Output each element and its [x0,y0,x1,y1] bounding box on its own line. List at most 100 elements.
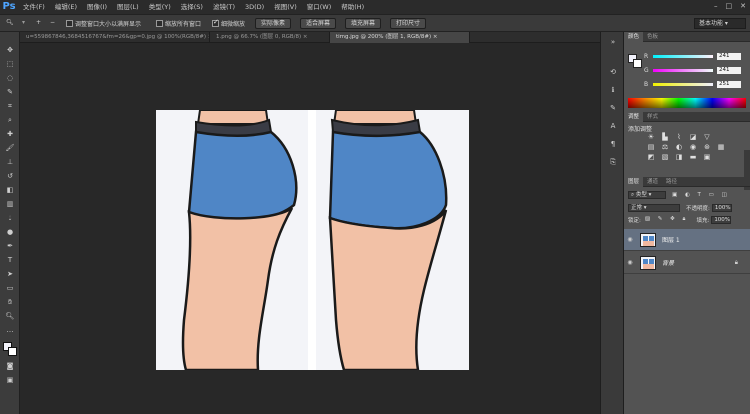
hue-saturation-icon[interactable]: ▤ [646,143,656,151]
green-value-field[interactable]: 241 [717,66,741,74]
tab-layers[interactable]: 图层 [624,176,644,187]
background-color-swatch[interactable] [8,347,17,356]
threshold-icon[interactable]: ◨ [674,153,684,161]
posterize-icon[interactable]: ▧ [660,153,670,161]
rectangle-tool-icon[interactable]: ▭ [4,284,16,293]
zoom-out-icon[interactable]: − [50,19,55,26]
brightness-icon[interactable]: ☀ [646,133,656,141]
gradient-tool-icon[interactable]: ▥ [4,200,16,209]
print-size-button[interactable]: 打印尺寸 [390,18,427,29]
background-color-chip[interactable] [633,59,642,68]
levels-icon[interactable]: ▙ [660,133,670,141]
close-icon[interactable]: ✕ [740,2,746,10]
history-brush-tool-icon[interactable]: ↺ [4,172,16,181]
lasso-tool-icon[interactable]: ◌ [4,74,16,83]
fit-screen-button[interactable]: 适合屏幕 [300,18,337,29]
opacity-field[interactable]: 100% [711,203,732,212]
color-spectrum[interactable] [628,98,746,108]
menu-view[interactable]: 视图(V) [269,0,302,14]
screen-mode-icon[interactable]: ▣ [4,376,16,385]
menu-layer[interactable]: 图层(L) [112,0,144,14]
paragraph-icon[interactable]: ¶ [608,140,618,150]
menu-3d[interactable]: 3D(D) [240,0,269,14]
layer-row-background[interactable]: ◉ 背景 🔒︎ [624,252,750,274]
blue-slider[interactable]: B 251 [644,80,748,88]
menu-select[interactable]: 选择(S) [176,0,208,14]
marquee-tool-icon[interactable]: ⬚ [4,60,16,69]
maximize-icon[interactable]: □ [726,2,733,10]
photo-filter-icon[interactable]: ◉ [688,143,698,151]
quick-select-tool-icon[interactable]: ✎ [4,88,16,97]
invert-icon[interactable]: ◩ [646,153,656,161]
blue-value-field[interactable]: 251 [717,80,741,88]
filter-kind-select[interactable]: ⌕ 类型 ▾ [628,190,666,199]
clone-stamp-tool-icon[interactable]: ⊥ [4,158,16,167]
healing-brush-tool-icon[interactable]: ✚ [4,130,16,139]
lock-icons[interactable]: ▨ ✎ ✥ 🔒︎ [645,216,689,223]
color-balance-icon[interactable]: ⚖ [660,143,670,151]
crop-tool-icon[interactable]: ⌗ [4,102,16,111]
color-lookup-icon[interactable]: ▦ [716,143,726,151]
minimize-icon[interactable]: – [714,2,718,10]
workspace-select[interactable]: 基本功能 ▾ [694,18,746,29]
properties-icon[interactable]: ℹ [608,86,618,96]
tab-document-3[interactable]: timg.jpg @ 200% (图层 1, RGB/8#) × [330,32,470,43]
curves-icon[interactable]: ⌇ [674,133,684,141]
menu-file[interactable]: 文件(F) [18,0,50,14]
character-icon[interactable]: A [608,122,618,132]
blur-tool-icon[interactable]: 💧︎ [4,214,16,223]
tab-document-2[interactable]: 1.png @ 66.7% (图层 0, RGB/8) × [210,32,330,43]
green-slider[interactable]: G 241 [644,66,748,74]
menu-filter[interactable]: 滤镜(T) [208,0,240,14]
zoom-tool-icon[interactable]: 🔍︎ [4,312,16,321]
hand-tool-icon[interactable]: ✋︎ [4,298,16,307]
tab-styles[interactable]: 样式 [643,112,662,122]
channel-mixer-icon[interactable]: ⊛ [702,143,712,151]
more-tools-icon[interactable]: … [4,326,16,335]
gradient-map-icon[interactable]: ▬ [688,153,698,161]
tab-paths[interactable]: 路径 [662,177,681,187]
menu-edit[interactable]: 编辑(E) [50,0,82,14]
collapse-icon[interactable]: » [608,38,618,48]
history-icon[interactable]: ⟲ [608,68,618,78]
type-tool-icon[interactable]: T [4,256,16,265]
tab-channels[interactable]: 通道 [643,177,662,187]
layer-row-layer1[interactable]: ◉ 图层 1 [624,229,750,251]
eraser-tool-icon[interactable]: ◧ [4,186,16,195]
exposure-icon[interactable]: ◪ [688,133,698,141]
dodge-tool-icon[interactable]: ● [4,228,16,237]
menu-image[interactable]: 图像(I) [82,0,112,14]
filter-icons[interactable]: ▣ ◐ T ▭ ◫ [672,192,730,198]
tab-adjustments[interactable]: 调整 [624,111,644,122]
brush-presets-icon[interactable]: ✎ [608,104,618,114]
actual-pixels-button[interactable]: 实际像素 [255,18,292,29]
resize-windows-checkbox[interactable]: 调整窗口大小以满屏显示 [66,19,141,28]
blend-mode-select[interactable]: 正常 ▾ [628,203,680,212]
red-value-field[interactable]: 241 [717,52,741,60]
black-white-icon[interactable]: ◐ [674,143,684,151]
zoom-in-icon[interactable]: + [36,19,41,26]
tab-color[interactable]: 颜色 [624,31,644,42]
visibility-eye-icon[interactable]: ◉ [624,259,636,266]
menu-type[interactable]: 类型(Y) [144,0,176,14]
menu-help[interactable]: 帮助(H) [336,0,369,14]
path-select-tool-icon[interactable]: ➤ [4,270,16,279]
scrubby-zoom-checkbox[interactable]: 细微缩放 [212,18,245,28]
selective-color-icon[interactable]: ▣ [702,153,712,161]
zoom-all-checkbox[interactable]: 缩放所有窗口 [156,19,201,28]
tab-document-1[interactable]: u=559867846,3684516767&fm=26&gp=0.jpg @ … [20,32,210,43]
brush-tool-icon[interactable]: 🖌︎ [4,144,16,153]
visibility-eye-icon[interactable]: ◉ [624,236,636,243]
fill-screen-button[interactable]: 填充屏幕 [345,18,382,29]
menu-window[interactable]: 窗口(W) [302,0,337,14]
zoom-tool-icon[interactable]: 🔍︎ [6,19,14,26]
tab-swatches[interactable]: 色板 [643,32,662,42]
eyedropper-tool-icon[interactable]: ⌕ [4,116,16,125]
pen-tool-icon[interactable]: ✒ [4,242,16,251]
fill-field[interactable]: 100% [711,215,732,224]
quick-mask-icon[interactable]: ◙ [4,362,16,371]
chevron-down-icon[interactable]: ▾ [22,19,25,26]
document-canvas[interactable] [156,110,469,370]
move-tool-icon[interactable]: ✥ [4,46,16,55]
red-slider[interactable]: R 241 [644,52,748,60]
